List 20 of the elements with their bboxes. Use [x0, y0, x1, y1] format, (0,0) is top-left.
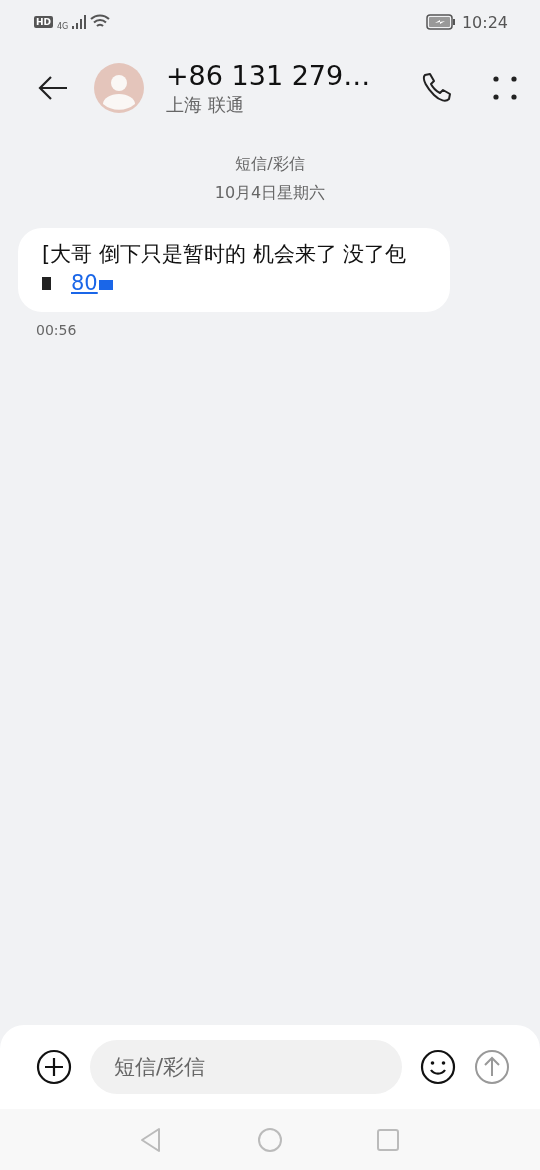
message-text: [大哥 倒下只是暂时的 机会来了 没了包 [42, 242, 407, 266]
date-label: 10月4日星期六 [214, 183, 326, 204]
send-icon[interactable] [474, 1049, 510, 1085]
clock: 10:24 [461, 12, 508, 32]
battery-icon [425, 14, 456, 30]
message-input[interactable]: 短信/彩信 [90, 1040, 402, 1094]
contact-number: +86 131 279… [166, 59, 372, 91]
channel-label: 短信/彩信 [235, 154, 305, 175]
add-icon[interactable] [36, 1049, 72, 1085]
redaction-mark [42, 277, 51, 290]
hd-icon: HD [34, 16, 53, 28]
message-time: 00:56 [36, 322, 78, 338]
network-type: 4G [57, 21, 69, 31]
emoji-icon[interactable] [420, 1049, 456, 1085]
carrier-label: 上海 联通 [166, 92, 245, 117]
message-link[interactable]: 80 [71, 271, 98, 295]
more-icon[interactable] [490, 73, 520, 103]
redaction-mark [98, 280, 113, 290]
avatar-icon [94, 63, 144, 113]
signal-icon [72, 15, 87, 29]
